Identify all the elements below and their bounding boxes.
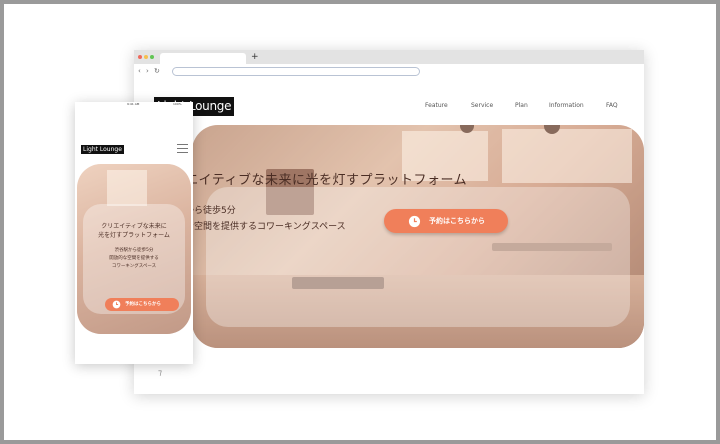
website-page: Light Lounge Feature Service Plan Inform… (134, 78, 644, 394)
close-window-dot[interactable] (138, 55, 142, 59)
minimize-window-dot[interactable] (144, 55, 148, 59)
status-bar: 9:41 AM 100% (75, 102, 193, 108)
mobile-hero-title-line1: クリエイティブな未来に (101, 223, 167, 230)
reload-icon[interactable]: ↻ (154, 65, 160, 77)
status-time: 9:41 AM (127, 102, 140, 106)
hero-text-panel (206, 187, 630, 327)
back-icon[interactable]: ‹ (138, 65, 141, 77)
forward-icon[interactable]: › (146, 65, 149, 77)
maximize-window-dot[interactable] (150, 55, 154, 59)
clock-icon (408, 215, 421, 228)
clock-icon (112, 300, 121, 309)
status-battery: 100% (173, 102, 182, 106)
mobile-mockup: 9:41 AM 100% Light Lounge クリエイティブな未来に 光を… (75, 102, 193, 364)
hero-title: クリエイティブな未来に光を灯すプラットフォーム (158, 173, 468, 188)
nav-link-plan[interactable]: Plan (515, 102, 528, 110)
mobile-hero-sub-line2: 開放的な空間を提供する (109, 256, 159, 261)
footer-mark: ⁊ (158, 368, 162, 377)
browser-toolbar: ‹ › ↻ (134, 64, 644, 78)
hamburger-menu-icon[interactable] (177, 144, 188, 153)
desktop-browser-window: + ‹ › ↻ Light Lounge Feature Service Pla… (134, 50, 644, 394)
mobile-hero-sub-line1: 渋谷駅から徒歩5分 (114, 248, 154, 253)
nav-link-faq[interactable]: FAQ (606, 102, 618, 110)
browser-tab-bar: + (134, 50, 644, 64)
reserve-button-label: 予約はこちらから (429, 217, 485, 225)
mobile-reserve-button-label: 予約はこちらから (125, 302, 161, 307)
reserve-button[interactable]: 予約はこちらから (384, 209, 508, 233)
browser-tab[interactable] (160, 53, 246, 64)
site-header: Light Lounge Feature Service Plan Inform… (134, 78, 644, 124)
hero-image (192, 125, 644, 348)
nav-link-service[interactable]: Service (471, 102, 493, 110)
mobile-hero-title-line2: 光を灯すプラットフォーム (98, 232, 170, 239)
mobile-hero-sub-line3: コワーキングスペース (111, 264, 157, 269)
nav-link-feature[interactable]: Feature (425, 102, 448, 110)
nav-link-information[interactable]: Information (549, 102, 584, 110)
mobile-reserve-button[interactable]: 予約はこちらから (105, 298, 179, 311)
new-tab-button[interactable]: + (251, 51, 259, 63)
mobile-site-logo[interactable]: Light Lounge (81, 145, 124, 154)
address-bar[interactable] (172, 67, 420, 76)
